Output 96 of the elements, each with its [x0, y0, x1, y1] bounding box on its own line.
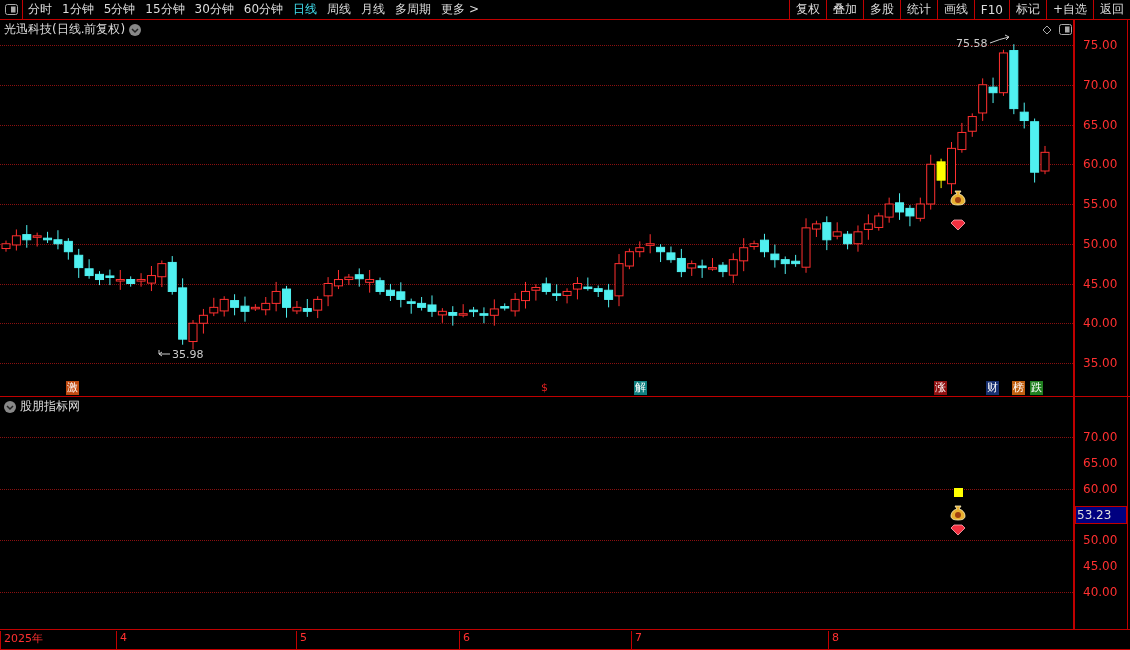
time-axis-label: 5 [296, 631, 307, 649]
candlestick [63, 237, 73, 261]
period-tab[interactable]: 月线 [356, 0, 391, 19]
candlestick [375, 277, 385, 296]
time-axis-label: 6 [459, 631, 470, 649]
time-axis-label: 7 [631, 631, 642, 649]
diamond-icon[interactable] [1042, 25, 1052, 35]
high-price-label: 75.58 [956, 37, 988, 50]
axis-label: 60.00 [1083, 157, 1118, 172]
gem-icon [950, 524, 966, 536]
period-tab[interactable]: 15分钟 [140, 0, 190, 19]
indicator-title: 股朋指标网 [20, 398, 80, 415]
axis-label: 40.00 [1083, 316, 1118, 331]
toolbar-button[interactable]: 复权 [788, 0, 826, 19]
axis-label: 50.00 [1083, 236, 1118, 251]
period-tab[interactable]: 分时 [23, 0, 57, 19]
axis-label: 45.00 [1083, 559, 1118, 573]
toolbar-button[interactable]: 多股 [862, 0, 900, 19]
money-bag-icon [950, 505, 966, 521]
toolbar-button[interactable]: 返回 [1093, 0, 1130, 19]
candlestick [198, 308, 208, 335]
signal-tag: 解 [634, 381, 647, 395]
axis-label: 75.00 [1083, 38, 1118, 52]
candlestick [385, 283, 395, 302]
candlestick [562, 287, 572, 304]
candlestick [302, 298, 312, 318]
period-tab[interactable]: 1分钟 [57, 0, 99, 19]
candlestick [656, 243, 666, 263]
candlestick [95, 270, 104, 286]
arrow-icon [158, 349, 171, 357]
period-tab[interactable]: 更多 > [436, 0, 484, 19]
toolbar-button[interactable]: F10 [973, 0, 1009, 19]
signal-tag: 跌 [1030, 381, 1043, 395]
candlestick [541, 277, 551, 296]
period-tab[interactable]: 60分钟 [238, 0, 289, 19]
candlestick [84, 258, 94, 280]
gem-icon [950, 219, 966, 231]
toolbar-button[interactable]: 画线 [936, 0, 974, 19]
axis-label: 40.00 [1083, 584, 1118, 599]
chevron-down-icon[interactable] [4, 400, 16, 413]
toolbar-button[interactable]: +自选 [1045, 0, 1093, 19]
candlestick [105, 269, 115, 286]
candlestick [770, 244, 780, 269]
axis-label: 50.00 [1083, 533, 1118, 548]
candlestick [313, 295, 323, 319]
toolbar-button[interactable]: 统计 [899, 0, 937, 19]
candlestick [863, 213, 873, 241]
low-price-label: 35.98 [172, 348, 204, 361]
candlestick [708, 257, 717, 272]
toolbar-button[interactable]: 叠加 [825, 0, 863, 19]
axis-label: 55.00 [1083, 197, 1118, 211]
money-bag-icon [950, 190, 966, 206]
candlestick [635, 240, 645, 258]
signal-square [954, 488, 963, 497]
panel-toggle-icon[interactable] [1059, 24, 1072, 35]
chart-title: 光迅科技(日线.前复权) [4, 21, 126, 38]
candlestick [884, 197, 894, 224]
candlestick [74, 248, 84, 279]
candlestick [697, 259, 707, 279]
panel-toggle-icon[interactable] [4, 4, 18, 15]
period-tab[interactable]: 5分钟 [98, 0, 141, 19]
axis-label: 65.00 [1083, 455, 1118, 470]
candlestick [895, 192, 905, 221]
signal-tag: $ [540, 381, 549, 395]
period-tab[interactable]: 30分钟 [189, 0, 239, 19]
candlestick [780, 255, 790, 275]
axis-label: 45.00 [1083, 276, 1118, 291]
signal-tag: 涨 [934, 381, 947, 395]
candlestick [645, 233, 655, 254]
candlestick [365, 269, 375, 294]
candlestick [874, 212, 884, 232]
candlestick [230, 293, 240, 316]
signal-tag: 榜 [1012, 381, 1025, 395]
axis-label: 60.00 [1083, 481, 1118, 496]
axis-label: 70.00 [1083, 77, 1118, 92]
candlestick [209, 297, 219, 317]
axis-label: 70.00 [1083, 430, 1118, 444]
candlestick [905, 204, 915, 227]
time-axis-label: 2025年 [0, 631, 43, 649]
candlestick [552, 283, 562, 302]
axis-label: 35.00 [1083, 356, 1118, 370]
signal-tag: 激 [66, 381, 79, 395]
chevron-down-icon[interactable] [129, 23, 142, 36]
current-value-label: 53.23 [1075, 506, 1127, 524]
period-tab[interactable]: 周线 [322, 0, 357, 19]
arrow-icon [989, 34, 1010, 44]
time-axis-label: 4 [116, 631, 127, 649]
signal-tag: 财 [986, 381, 999, 395]
period-tab[interactable]: 日线 [288, 0, 323, 19]
period-tab[interactable]: 多周期 [390, 0, 437, 19]
candlestick [157, 259, 167, 288]
time-axis-label: 8 [828, 631, 839, 649]
candlestick [219, 295, 229, 317]
axis-label: 65.00 [1083, 117, 1118, 132]
toolbar-button[interactable]: 标记 [1008, 0, 1046, 19]
candlestick [437, 307, 447, 324]
